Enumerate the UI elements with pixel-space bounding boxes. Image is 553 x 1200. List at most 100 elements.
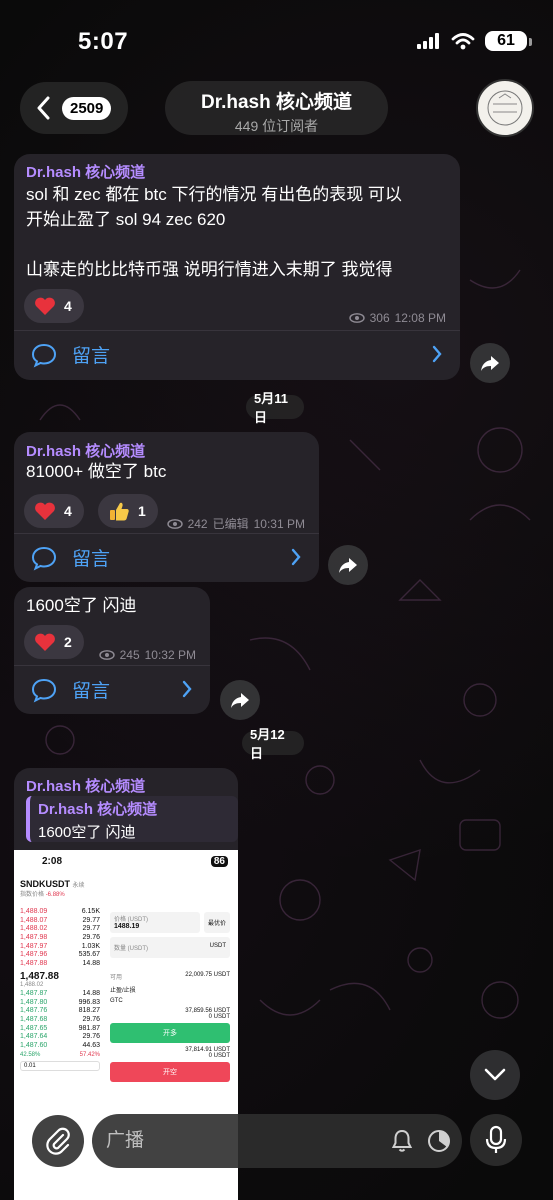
reply-quote[interactable]: Dr.hash 核心频道 1600空了 闪迪 [26,796,238,842]
ask-price: 1,488.09 [20,908,48,915]
bid-row: 1,487.80 996.83 [14,999,106,1008]
chevron-right-icon [432,345,442,363]
bid-qty: 44.63 [82,1041,100,1049]
shot-short-button: 开空 [110,1062,230,1082]
comment-bubble-icon [31,546,57,571]
timer-icon[interactable] [426,1128,452,1154]
shot-gtc: GTC [110,998,123,1004]
ask-row: 1,487.97 1.03K [14,943,106,952]
view-count: 306 [369,311,390,325]
bid-row: 1,487.68 29.76 [14,1016,106,1025]
ask-row: 1,487.88 14.88 [14,960,106,969]
message-text-line: sol 和 zec 都在 btc 下行的情况 有出色的表现 可以 [26,185,402,204]
back-button[interactable]: 2509 [20,82,128,134]
ask-qty: 1.03K [81,942,100,950]
unread-count-badge: 2509 [62,96,112,120]
channel-title: Dr.hash 核心频道 [201,92,352,113]
message-text: 1600空了 闪迪 [26,596,137,615]
microphone-icon [485,1125,507,1153]
shot-battery: 86 [210,856,228,867]
ask-qty: 29.77 [82,925,100,933]
channel-title-button[interactable]: Dr.hash 核心频道 449 位订阅者 [165,81,388,135]
reply-sender: Dr.hash 核心频道 [38,801,158,818]
comment-label: 留言 [72,681,111,702]
comments-button[interactable]: 留言 [14,665,210,713]
message-meta: 242 已编辑 10:31 PM [166,515,305,532]
reaction-thumbs-up[interactable]: 1 [98,494,158,528]
comment-label: 留言 [72,549,111,570]
bid-qty: 996.83 [78,998,100,1006]
message-input-bar[interactable] [92,1114,462,1168]
scroll-to-bottom-button[interactable] [470,1050,520,1100]
views-eye-icon [166,518,183,529]
message-bubble-2[interactable]: Dr.hash 核心频道 81000+ 做空了 btc 4 1 242 已编辑 … [14,432,319,582]
shot-symbol: SNDKUSDT [20,879,71,889]
message-bubble-1[interactable]: Dr.hash 核心频道 sol 和 zec 都在 btc 下行的情况 有出色的… [14,154,460,380]
ask-price: 1,488.02 [20,925,48,933]
bid-row: 1,487.76 818.27 [14,1007,106,1016]
ask-price: 1,487.97 [20,942,48,950]
shot-tp-sl: 止盈/止损 [110,988,136,994]
microphone-button[interactable] [470,1114,522,1166]
avatar-logo-icon [487,90,523,126]
shot-orderbook: 1,488.09 6.15K 1,488.07 29.77 1,488.02 29.7… [14,908,106,1073]
reaction-heart[interactable]: 4 [24,289,84,323]
channel-avatar[interactable] [476,79,534,137]
shot-available-row: 可用 22,009.75 USDT [110,972,230,981]
share-button[interactable] [470,343,510,383]
attach-button[interactable] [32,1115,84,1167]
shot-available: 22,009.75 USDT [185,972,230,978]
broadcast-input[interactable] [106,1130,376,1152]
ratio-row: 42.58% 57.42% [14,1051,106,1060]
ratio-right: 57.42% [79,1051,100,1058]
bid-price: 1,487.64 [20,1033,48,1041]
shot-mark-price: 1,488.02 [20,981,44,988]
edited-label: 已编辑 [212,517,249,531]
message-text-line [26,232,456,257]
bid-row: 1,487.64 29.76 [14,1033,106,1042]
ask-qty: 6.15K [81,908,100,915]
reaction-count: 4 [64,298,72,314]
message-time: 10:32 PM [144,648,196,662]
comments-button[interactable]: 留言 [14,330,460,378]
shot-qty-box: 数量 (USDT) USDT [110,937,230,958]
date-separator: 5月11日 [246,391,304,425]
shot-change: -6.88% [45,892,65,898]
message-meta: 306 12:08 PM [348,311,446,325]
ask-row: 1,487.96 535.67 [14,951,106,960]
ask-price: 1,487.88 [20,960,48,968]
message-sender: Dr.hash 核心频道 [26,164,146,181]
chevron-left-icon [37,96,50,120]
paperclip-icon [46,1127,70,1155]
reaction-count: 1 [138,503,146,519]
share-arrow-icon [231,693,249,708]
heart-icon [35,297,55,315]
heart-icon [35,633,55,651]
share-button[interactable] [328,545,368,585]
shot-symbol-row: SNDKUSDT 永续 [14,867,238,889]
comments-button[interactable]: 留言 [14,533,319,581]
share-button[interactable] [220,680,260,720]
reaction-heart[interactable]: 2 [24,625,84,659]
bell-icon[interactable] [390,1128,414,1154]
ask-qty: 29.76 [82,934,100,942]
bid-qty: 29.76 [82,1033,100,1041]
bid-qty: 29.76 [82,1015,100,1023]
message-time: 12:08 PM [394,311,446,325]
view-count: 242 [187,516,208,531]
battery-indicator: 61 [485,31,532,51]
message-sender: Dr.hash 核心频道 [26,778,146,795]
shot-status-bar: 2:08 86 [14,850,238,867]
reaction-heart[interactable]: 4 [24,494,84,528]
ratio-left: 42.58% [20,1051,41,1058]
bid-row: 1,487.60 44.63 [14,1042,106,1051]
comment-bubble-icon [31,678,57,703]
ask-qty: 29.77 [82,916,100,924]
shot-time: 2:08 [42,856,63,867]
message-bubble-3[interactable]: 1600空了 闪迪 2 245 10:32 PM 留言 [14,587,210,714]
comment-bubble-icon [31,343,57,368]
bid-qty: 818.27 [78,1007,100,1015]
bid-price: 1,487.60 [20,1041,48,1049]
chevron-right-icon [182,680,192,698]
shot-best-price: 最优价 [203,912,230,933]
